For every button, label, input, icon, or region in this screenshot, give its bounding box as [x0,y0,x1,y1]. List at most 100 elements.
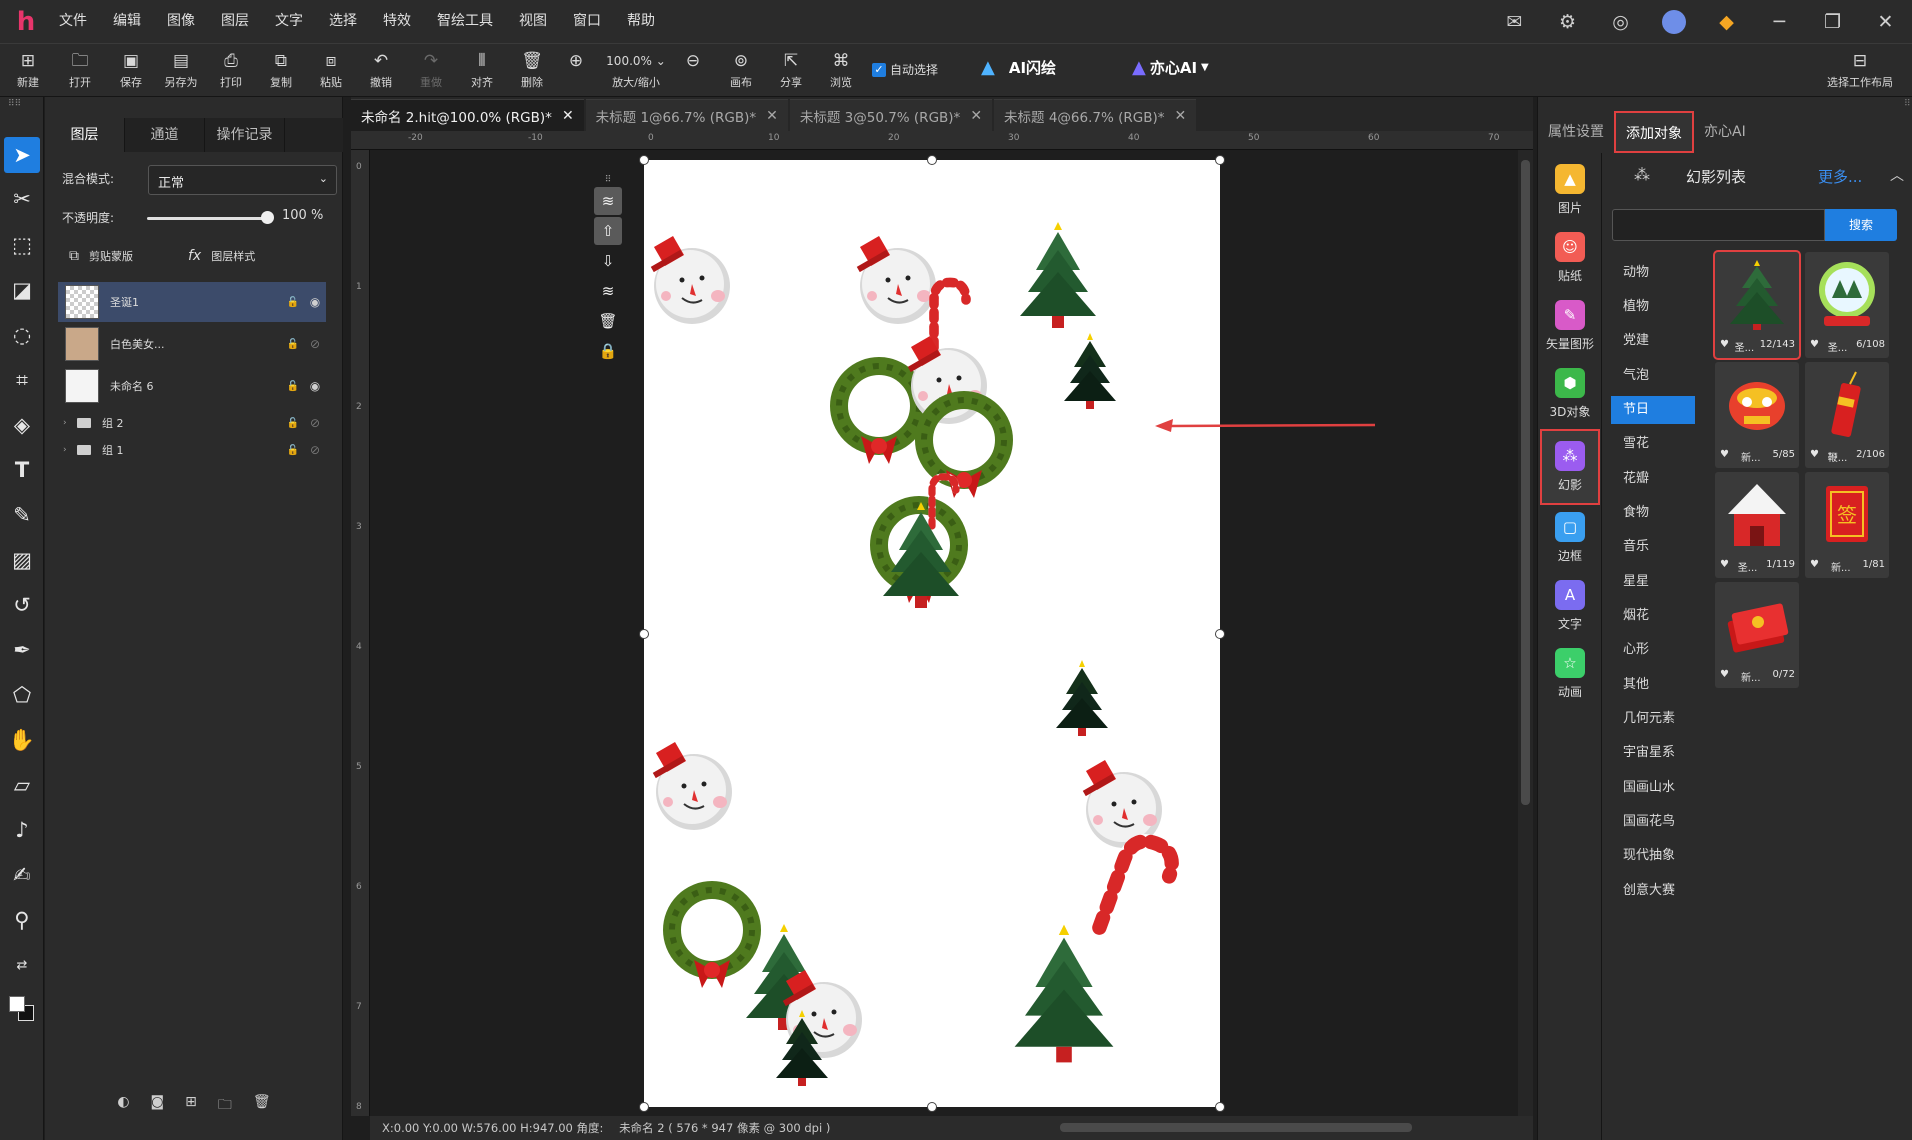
redo-button[interactable]: ↷ 重做 [407,49,455,93]
phantom-card[interactable]: ♥ 鞭... 2/106 [1805,362,1889,468]
fill-tool[interactable]: ◈ [4,407,40,443]
candy-cane-sticker[interactable] [1099,835,1178,944]
subcat-geometry[interactable]: 几何元素 [1611,705,1695,733]
text-tool[interactable]: T [4,452,40,488]
close-tab-icon[interactable]: ✕ [562,108,574,124]
delete-layer-icon[interactable]: 🗑 [253,1094,271,1118]
brush-tool[interactable]: ✎ [4,497,40,533]
minimize-icon[interactable]: ─ [1753,0,1806,43]
category-image[interactable]: ▲ 图片 [1542,159,1598,221]
expand-arrow-icon[interactable]: › [63,418,77,428]
doc-tab[interactable]: 未命名 2.hit@100.0% (RGB)* ✕ [351,99,584,131]
category-border[interactable]: ▢ 边框 [1542,507,1598,569]
layer-stack-icon[interactable]: ≋ [594,277,622,305]
resize-handle[interactable] [639,155,649,165]
workspace-layout-button[interactable]: ⊟ 选择工作布局 [1812,49,1908,93]
tab-layers[interactable]: 图层 [45,118,125,152]
category-phantom[interactable]: ⁂ 幻影 [1540,429,1600,505]
menu-window[interactable]: 窗口 [560,0,614,43]
subcat-food[interactable]: 食物 [1611,499,1695,527]
subcat-flower-bird-painting[interactable]: 国画花鸟 [1611,808,1695,836]
dark-tree-sticker[interactable] [1064,333,1116,409]
foreground-color-swatch[interactable] [9,996,25,1012]
heart-icon[interactable]: ♥ [1720,559,1729,574]
print-button[interactable]: ⎙ 打印 [207,49,255,93]
blend-mode-select[interactable]: 正常 ⌄ [148,165,337,195]
subcat-petals[interactable]: 花瓣 [1611,465,1695,493]
move-up-icon[interactable]: ⇧ [594,217,622,245]
opacity-value[interactable]: 100 % [282,208,323,223]
resize-handle[interactable] [639,1102,649,1112]
lasso-tool[interactable]: ◌ [4,317,40,353]
heart-icon[interactable]: ♥ [1810,339,1819,354]
move-down-icon[interactable]: ⇩ [594,247,622,275]
lock-icon[interactable]: 🔓 [282,445,304,456]
marquee-tool[interactable]: ⬚ [4,227,40,263]
opacity-slider[interactable] [147,217,266,220]
color-swatches[interactable] [8,995,36,1023]
subcat-stars[interactable]: 星星 [1611,568,1695,596]
wreath-sticker[interactable] [839,366,919,464]
auto-select-checkbox[interactable]: ✓ 自动选择 [872,61,938,78]
menu-text[interactable]: 文字 [262,0,316,43]
scrollbar-thumb[interactable] [1521,160,1530,805]
magic-select-tool[interactable]: ◪ [4,272,40,308]
new-folder-icon[interactable]: 🗀 [218,1094,232,1118]
snowman-sticker[interactable] [651,740,733,831]
menu-help[interactable]: 帮助 [614,0,668,43]
category-3d-object[interactable]: ⬢ 3D对象 [1542,363,1598,425]
avatar[interactable] [1647,0,1700,43]
zoom-value[interactable]: 100.0% ⌄ [606,49,666,73]
open-button[interactable]: 🗀 打开 [56,49,104,93]
eye-icon[interactable]: ◉ [304,379,326,393]
menu-smart-tools[interactable]: 智绘工具 [424,0,506,43]
dark-tree-sticker[interactable] [1056,660,1108,736]
layer-style-button[interactable]: fx 图层样式 [188,245,255,267]
smudge-tool[interactable]: ♪ [4,812,40,848]
close-icon[interactable]: ✕ [1859,0,1912,43]
highlighter-tool[interactable]: ✍ [4,857,40,893]
menu-view[interactable]: 视图 [506,0,560,43]
eye-hidden-icon[interactable]: ⊘ [304,337,326,351]
document-canvas[interactable] [639,155,1225,1112]
resize-handle[interactable] [1215,629,1225,639]
close-tab-icon[interactable]: ✕ [970,108,982,124]
layer-row[interactable]: 圣诞1 🔓 ◉ [58,282,326,322]
phantom-card[interactable]: ♥ 新... 5/85 [1715,362,1799,468]
menu-select[interactable]: 选择 [316,0,370,43]
transform-tool[interactable]: ▱ [4,767,40,803]
lock-icon[interactable]: 🔓 [282,297,304,308]
category-vector-shape[interactable]: ✎ 矢量图形 [1542,295,1598,357]
history-brush-tool[interactable]: ↺ [4,587,40,623]
tab-properties[interactable]: 属性设置 [1538,111,1614,153]
heart-icon[interactable]: ♥ [1720,339,1729,354]
christmas-tree-sticker[interactable] [1020,222,1096,328]
heart-icon[interactable]: ♥ [1810,559,1819,574]
new-button[interactable]: ⊞ 新建 [4,49,52,93]
share-button[interactable]: ⇱ 分享 [767,49,815,93]
mask-icon[interactable]: ◙ [151,1094,165,1118]
expand-arrow-icon[interactable]: › [63,445,77,455]
pen-tool[interactable]: ✒ [4,632,40,668]
zoom-in-button[interactable]: ⊕ [566,49,586,93]
undo-button[interactable]: ↶ 撤销 [357,49,405,93]
christmas-tree-sticker[interactable] [1014,924,1114,1063]
snowman-sticker[interactable] [649,234,731,325]
tab-yixin-ai[interactable]: 亦心AI [1694,111,1756,153]
shape-tool[interactable]: ⬠ [4,677,40,713]
layer-group-row[interactable]: › 组 2 🔓 ⊘ [58,410,326,436]
subcat-party[interactable]: 党建 [1611,327,1695,355]
subcat-snowflake[interactable]: 雪花 [1611,430,1695,458]
subcat-music[interactable]: 音乐 [1611,533,1695,561]
adjustment-icon[interactable]: ◐ [117,1094,129,1118]
chevron-up-icon[interactable]: ︿ [1890,165,1904,185]
layer-group-row[interactable]: › 组 1 🔓 ⊘ [58,437,326,463]
subcat-creative-contest[interactable]: 创意大赛 [1611,877,1695,905]
lock-icon[interactable]: 🔓 [282,418,304,429]
candy-cane-sticker[interactable] [934,282,966,348]
heart-icon[interactable]: ♥ [1720,669,1729,684]
wreath-sticker[interactable] [672,890,752,988]
browse-button[interactable]: ⌘ 浏览 [817,49,865,93]
heart-icon[interactable]: ♥ [1720,449,1729,464]
delete-button[interactable]: 🗑 删除 [508,49,556,93]
